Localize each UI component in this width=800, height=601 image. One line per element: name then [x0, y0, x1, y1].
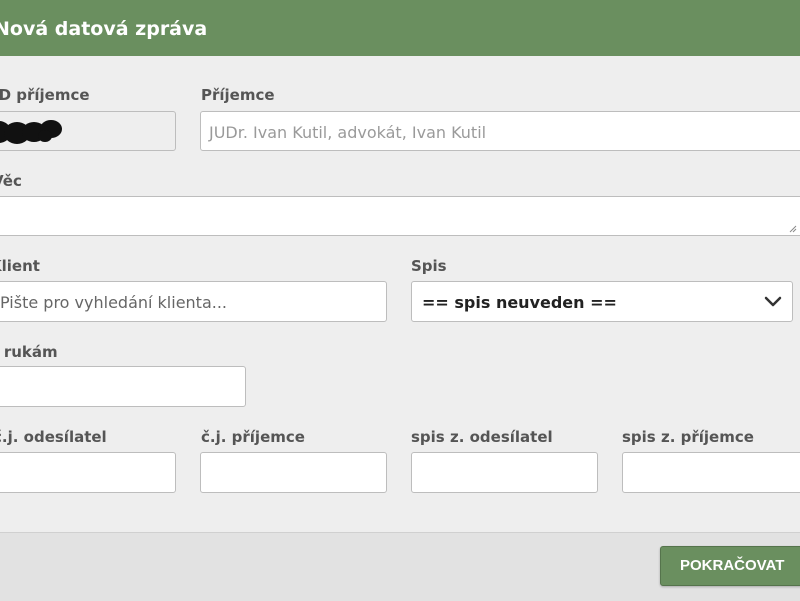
client-label: Klient — [0, 257, 40, 275]
sender-ref-input[interactable] — [0, 452, 176, 493]
attention-input[interactable] — [0, 366, 246, 407]
sender-file-input[interactable] — [411, 452, 598, 493]
client-placeholder: Pište pro vyhledání klienta... — [0, 293, 228, 312]
file-select[interactable]: == spis neuveden == — [411, 281, 793, 322]
id-recipient-field — [0, 111, 176, 151]
dialog-header: Nová datová zpráva — [0, 0, 800, 56]
client-search-input[interactable]: Pište pro vyhledání klienta... — [0, 281, 387, 322]
file-label: Spis — [411, 257, 447, 275]
redacted-marks — [0, 120, 62, 144]
chevron-down-icon[interactable] — [754, 282, 792, 321]
recipient-field[interactable]: JUDr. Ivan Kutil, advokát, Ivan Kutil — [200, 111, 800, 151]
dialog-title: Nová datová zpráva — [0, 18, 208, 40]
attention-label: K rukám — [0, 343, 58, 361]
continue-button[interactable]: POKRAČOVAT — [660, 546, 800, 586]
recipient-label: Příjemce — [201, 86, 275, 104]
recipient-ref-label: č.j. příjemce — [201, 428, 305, 446]
recipient-ref-input[interactable] — [200, 452, 387, 493]
recipient-file-input[interactable] — [622, 452, 800, 493]
recipient-file-label: spis z. příjemce — [622, 428, 754, 446]
file-selected-value: == spis neuveden == — [422, 293, 617, 312]
id-recipient-label: ID příjemce — [0, 86, 90, 104]
subject-input[interactable] — [0, 196, 800, 236]
sender-ref-label: č.j. odesílatel — [0, 428, 107, 446]
subject-label: Věc — [0, 172, 22, 190]
recipient-value: JUDr. Ivan Kutil, advokát, Ivan Kutil — [209, 123, 487, 142]
resize-grip-icon[interactable] — [789, 225, 797, 233]
sender-file-label: spis z. odesílatel — [411, 428, 553, 446]
